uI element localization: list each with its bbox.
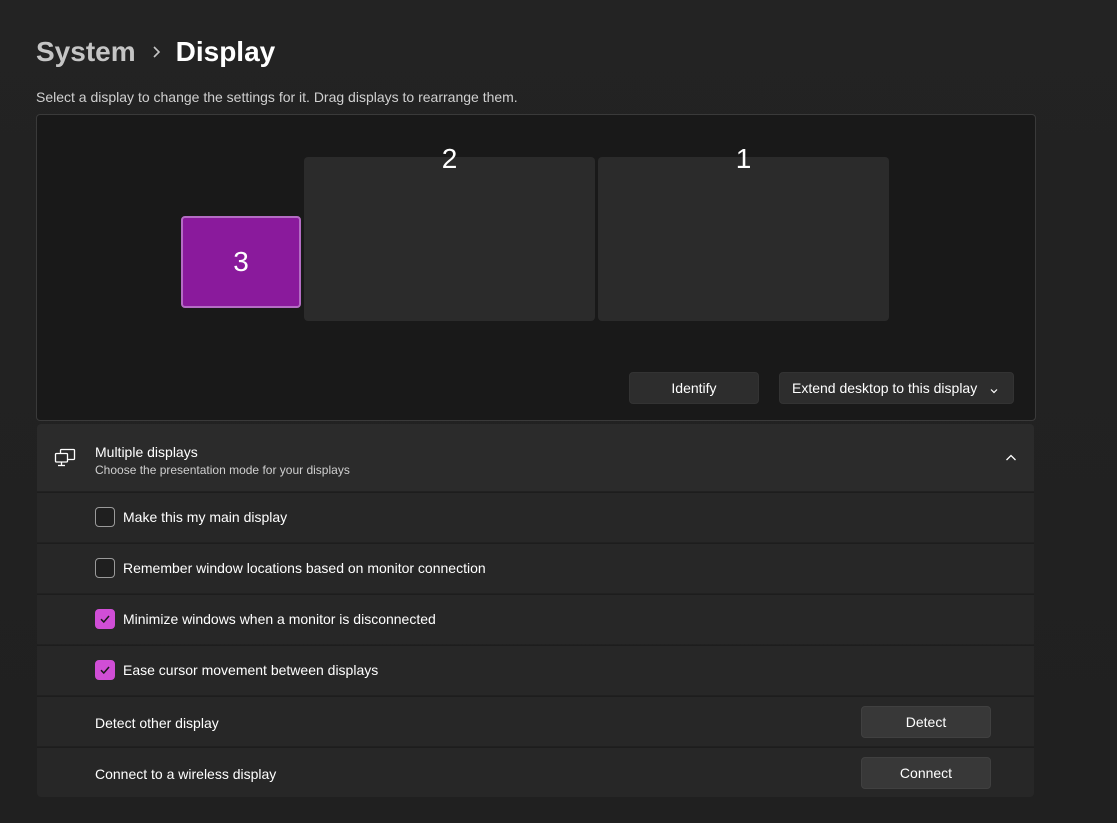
ease-cursor-checkbox[interactable] <box>95 660 115 680</box>
checkmark-icon <box>100 615 110 624</box>
option-row-remember-locations: Remember window locations based on monit… <box>37 543 1034 593</box>
chevron-down-icon <box>989 383 999 394</box>
monitor-1[interactable]: 1 <box>598 143 889 321</box>
monitor-1-label: 1 <box>735 143 752 174</box>
breadcrumb: System Display <box>36 32 275 72</box>
minimize-windows-checkbox[interactable] <box>95 609 115 629</box>
monitor-2[interactable]: 2 <box>304 143 595 321</box>
minimize-windows-label[interactable]: Minimize windows when a monitor is disco… <box>123 611 436 627</box>
checkmark-icon <box>100 666 110 675</box>
chevron-up-icon[interactable] <box>1004 451 1018 465</box>
option-row-minimize-windows: Minimize windows when a monitor is disco… <box>37 594 1034 644</box>
display-mode-select[interactable]: Extend desktop to this display <box>779 372 1014 404</box>
multiple-displays-card: Multiple displays Choose the presentatio… <box>37 424 1034 797</box>
main-display-checkbox[interactable] <box>95 507 115 527</box>
breadcrumb-separator-icon <box>136 45 176 59</box>
option-row-ease-cursor: Ease cursor movement between displays <box>37 645 1034 695</box>
display-mode-select-value: Extend desktop to this display <box>792 380 978 396</box>
connect-button[interactable]: Connect <box>861 757 991 789</box>
page-subtitle: Select a display to change the settings … <box>36 89 518 105</box>
remember-locations-label[interactable]: Remember window locations based on monit… <box>123 560 486 576</box>
ease-cursor-label[interactable]: Ease cursor movement between displays <box>123 662 378 678</box>
multiple-displays-title: Multiple displays <box>95 444 198 460</box>
option-row-main-display: Make this my main display <box>37 492 1034 542</box>
remember-locations-checkbox[interactable] <box>95 558 115 578</box>
main-display-label[interactable]: Make this my main display <box>123 509 287 525</box>
detect-button[interactable]: Detect <box>861 706 991 738</box>
page-title: Display <box>175 36 276 67</box>
breadcrumb-system-link[interactable]: System <box>36 36 136 68</box>
identify-button-label: Identify <box>671 380 717 396</box>
connect-wireless-label: Connect to a wireless display <box>95 766 277 782</box>
settings-page: System Display Select a display to chang… <box>0 0 1117 823</box>
multiple-displays-description: Choose the presentation mode for your di… <box>95 463 350 477</box>
monitor-2-label: 2 <box>441 143 458 174</box>
monitor-3-label: 3 <box>233 246 249 277</box>
multiple-displays-header[interactable]: Multiple displays Choose the presentatio… <box>37 424 1034 491</box>
multiple-displays-icon <box>54 448 76 468</box>
connect-wireless-row: Connect to a wireless display Connect <box>37 747 1034 797</box>
display-arrangement-panel: 3 2 1 Identify Extend desktop to this di… <box>36 114 1036 421</box>
detect-display-label: Detect other display <box>95 715 219 731</box>
identify-button[interactable]: Identify <box>629 372 759 404</box>
detect-display-row: Detect other display Detect <box>37 696 1034 746</box>
monitor-3[interactable]: 3 <box>181 216 301 308</box>
